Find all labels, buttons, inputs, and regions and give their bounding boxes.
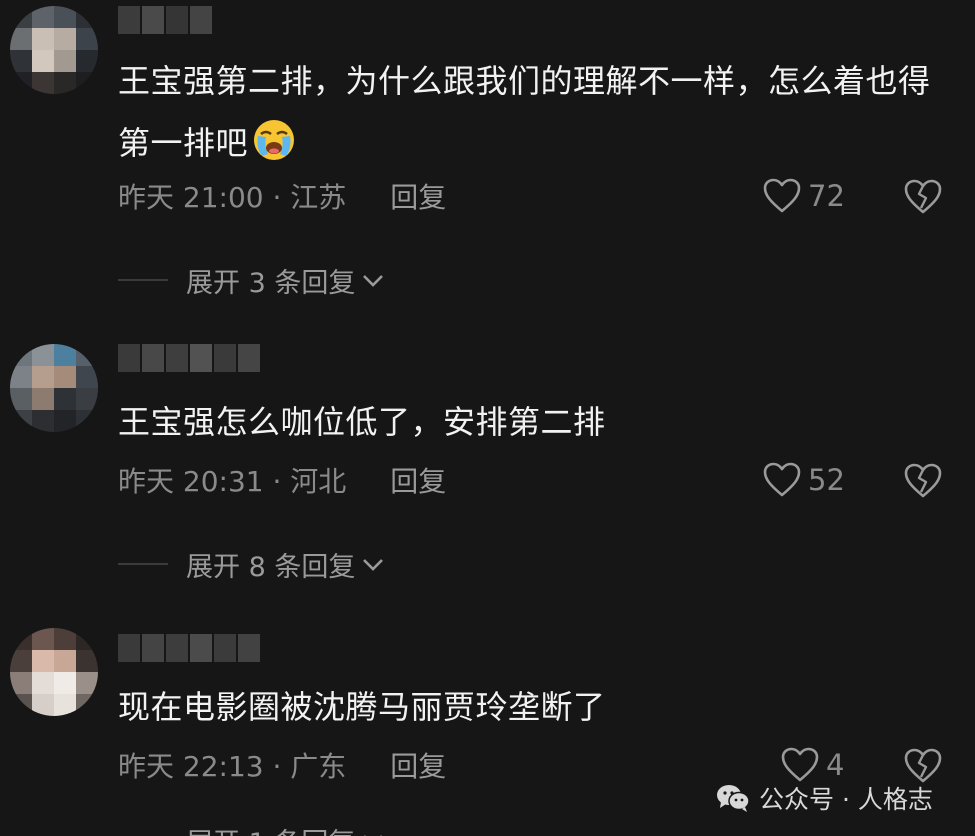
reply-button[interactable]: 回复 [390, 745, 446, 785]
expand-replies-label: 展开 1 条回复 [186, 821, 355, 836]
comment-text: 王宝强怎么咖位低了，安排第二排 [118, 403, 606, 441]
heart-icon [763, 462, 801, 497]
comment-meta: 昨天 20:31 · 河北 回复 [118, 462, 446, 498]
like-button[interactable]: 52 [762, 460, 845, 500]
username-blurred[interactable] [118, 344, 260, 372]
expand-replies-button[interactable]: 展开 8 条回复 [118, 546, 385, 583]
heart-icon [763, 178, 801, 213]
expand-replies-label: 展开 8 条回复 [186, 551, 356, 583]
avatar[interactable] [10, 628, 98, 716]
reply-button[interactable]: 回复 [390, 176, 446, 216]
dislike-broken-heart-icon[interactable] [902, 460, 944, 502]
chevron-down-icon [364, 835, 383, 836]
avatar[interactable] [10, 6, 98, 94]
comment-list: 王宝强第二排，为什么跟我们的理解不一样，怎么着也得第一排吧 昨天 21:00 ·… [0, 0, 975, 836]
avatar[interactable] [10, 344, 98, 432]
wechat-icon [717, 785, 750, 812]
username-blurred[interactable] [118, 634, 260, 662]
chevron-down-icon [363, 275, 384, 287]
expand-replies-button[interactable]: 展开 1 条回复 [118, 822, 385, 836]
like-count: 4 [826, 748, 845, 782]
heart-icon [781, 747, 819, 782]
chevron-down-icon [363, 559, 384, 571]
wechat-watermark: 公众号 · 人格志 [715, 781, 933, 815]
loudly-crying-face-icon [254, 120, 295, 160]
like-button[interactable]: 72 [762, 176, 845, 216]
like-count: 72 [808, 179, 845, 213]
comment-meta: 昨天 22:13 · 广东 回复 [118, 747, 446, 783]
like-count: 52 [808, 463, 845, 497]
dislike-broken-heart-icon[interactable] [902, 176, 944, 218]
time-location: 昨天 20:31 · 河北 [118, 465, 347, 498]
comment-text: 王宝强第二排，为什么跟我们的理解不一样，怎么着也得第一排吧 [118, 62, 931, 162]
like-button[interactable]: 4 [780, 745, 844, 785]
watermark-text: 公众号 · 人格志 [759, 785, 933, 814]
expand-replies-button[interactable]: 展开 3 条回复 [118, 262, 385, 299]
reply-button[interactable]: 回复 [390, 460, 446, 500]
comment-meta: 昨天 21:00 · 江苏 回复 [118, 178, 446, 214]
expand-replies-label: 展开 3 条回复 [186, 267, 356, 299]
time-location: 昨天 22:13 · 广东 [118, 750, 347, 783]
username-blurred[interactable] [118, 6, 212, 34]
time-location: 昨天 21:00 · 江苏 [118, 181, 347, 214]
divider [118, 563, 168, 565]
comment-text: 现在电影圈被沈腾马丽贾玲垄断了 [118, 688, 606, 726]
divider [118, 279, 168, 281]
